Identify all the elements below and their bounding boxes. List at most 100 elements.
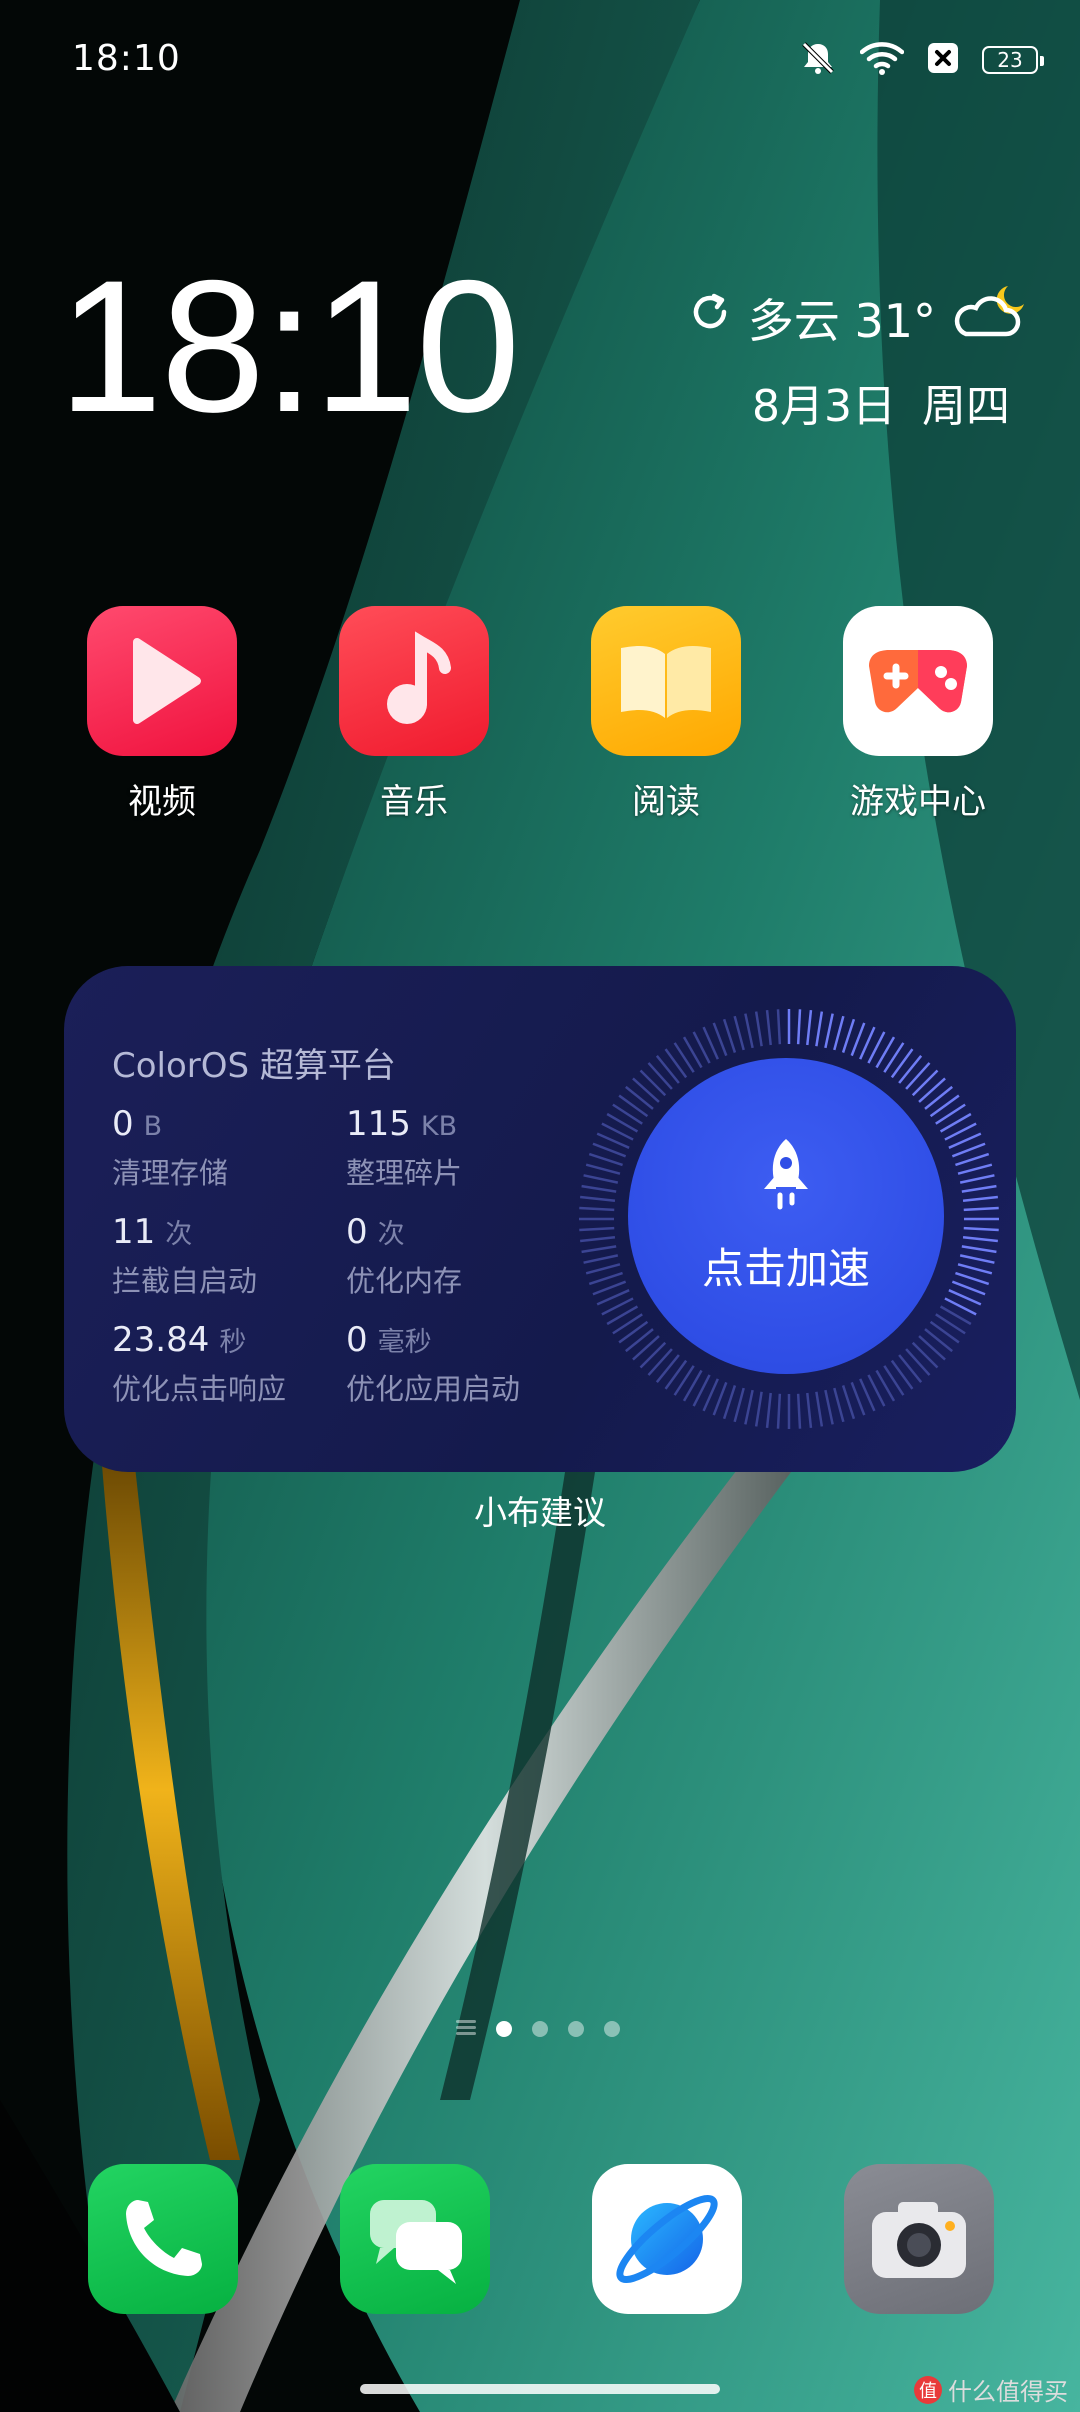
home-indicator[interactable]	[360, 2384, 720, 2394]
ring-tick	[951, 1142, 986, 1158]
refresh-icon[interactable]	[688, 290, 732, 345]
ring-tick	[918, 1077, 946, 1103]
cloud-moon-icon	[952, 280, 1032, 355]
stat-app-launch: 0 毫秒 优化应用启动	[346, 1320, 520, 1408]
ring-tick	[580, 1236, 616, 1243]
ring-tick	[806, 1392, 813, 1428]
stat-block-autostart: 11 次 拦截自启动	[112, 1212, 257, 1300]
ring-tick	[647, 1348, 673, 1376]
ring-tick	[841, 1018, 856, 1053]
widget-title: ColorOS 超算平台	[112, 1046, 396, 1086]
stat-click-response: 23.84 秒 优化点击响应	[112, 1320, 286, 1408]
weekday-text: 周四	[922, 381, 1010, 432]
ring-tick	[833, 1387, 845, 1423]
dock-phone[interactable]	[88, 2164, 238, 2314]
ring-tick	[581, 1245, 617, 1254]
ring-tick	[806, 1010, 813, 1046]
app-video[interactable]: 视频	[62, 606, 262, 823]
clock-widget-time[interactable]: 18:10	[58, 252, 520, 440]
dock-camera[interactable]	[844, 2164, 994, 2314]
date-widget[interactable]: 8月3日 周四	[752, 370, 1010, 434]
ring-tick	[639, 1341, 667, 1369]
stat-unit: 次	[165, 1219, 193, 1250]
ring-tick	[583, 1174, 619, 1184]
stat-unit: KB	[420, 1111, 458, 1142]
ring-tick	[905, 1062, 931, 1090]
ring-tick	[655, 1354, 680, 1383]
music-note-icon[interactable]	[339, 606, 489, 756]
ring-tick	[824, 1013, 834, 1049]
video-play-icon[interactable]	[87, 606, 237, 756]
ring-tick	[961, 1184, 997, 1193]
list-view-icon[interactable]	[456, 2018, 476, 2040]
ring-tick	[579, 1226, 615, 1232]
ring-tick	[579, 1206, 615, 1212]
ring-tick	[796, 1393, 802, 1429]
ring-tick	[963, 1226, 999, 1232]
ring-tick	[664, 1048, 688, 1079]
ring-tick	[733, 1015, 745, 1051]
ring-tick	[754, 1391, 763, 1427]
app-reading[interactable]: 阅读	[566, 606, 766, 823]
stat-value: 0	[346, 1212, 368, 1252]
stat-value: 115	[346, 1104, 411, 1144]
ring-tick	[918, 1335, 946, 1361]
stat-desc: 优化内存	[346, 1264, 463, 1298]
ring-tick	[796, 1009, 802, 1045]
ring-tick	[961, 1245, 997, 1254]
ring-tick	[963, 1206, 999, 1212]
page-indicator[interactable]	[456, 2018, 620, 2040]
stat-desc: 清理存储	[112, 1156, 229, 1190]
ring-tick	[754, 1011, 763, 1047]
ring-tick	[655, 1055, 680, 1084]
ring-tick	[639, 1069, 667, 1097]
book-icon[interactable]	[591, 606, 741, 756]
app-label: 音乐	[380, 782, 448, 822]
app-game-center[interactable]: 游戏中心	[818, 606, 1018, 823]
ring-tick	[625, 1085, 654, 1110]
page-dot[interactable]	[496, 2021, 512, 2037]
stat-value: 11	[112, 1212, 156, 1252]
ring-tick	[962, 1195, 998, 1202]
weather-widget[interactable]: 多云 31°	[688, 280, 1032, 355]
status-bar-time: 18:10	[72, 38, 181, 79]
battery-level: 23	[997, 48, 1023, 72]
stat-unit: 次	[377, 1219, 405, 1250]
stat-unit: 毫秒	[377, 1327, 432, 1358]
boost-widget[interactable]: ColorOS 超算平台 0B 清理存储 115 KB 整理碎片 11 次 拦截自启…	[64, 966, 1016, 1472]
ring-tick	[625, 1328, 654, 1353]
boost-button[interactable]: 点击加速	[628, 1058, 944, 1374]
ring-tick	[733, 1387, 745, 1423]
page-dot[interactable]	[604, 2021, 620, 2037]
ring-tick	[815, 1011, 824, 1047]
ring-tick	[744, 1013, 754, 1049]
dock-messages[interactable]	[340, 2164, 490, 2314]
stat-desc: 整理碎片	[346, 1156, 463, 1190]
stat-optimize-memory: 0次 优化内存	[346, 1212, 462, 1300]
app-music[interactable]: 音乐	[314, 606, 514, 823]
watermark-badge: 值	[914, 2375, 942, 2404]
ring-tick	[959, 1254, 995, 1264]
gamepad-icon[interactable]	[843, 606, 993, 756]
weather-text: 多云 31°	[747, 293, 936, 348]
ring-tick	[957, 1263, 993, 1275]
ring-tick	[898, 1055, 923, 1084]
wifi-icon	[859, 40, 905, 80]
ring-tick	[647, 1062, 673, 1090]
dock-browser[interactable]	[592, 2164, 742, 2314]
ring-tick	[924, 1085, 953, 1110]
ring-tick	[588, 1152, 623, 1167]
ring-tick	[712, 1381, 728, 1416]
ring-tick	[962, 1236, 998, 1243]
sim-blocked-icon	[926, 41, 960, 79]
page-dot[interactable]	[532, 2021, 548, 2037]
ring-tick	[929, 1320, 960, 1344]
ring-tick	[765, 1392, 772, 1428]
ring-tick	[776, 1009, 782, 1045]
page-dot[interactable]	[568, 2021, 584, 2037]
ring-tick	[722, 1385, 737, 1420]
watermark: 值 什么值得买	[914, 2372, 1068, 2407]
ring-tick	[955, 1271, 990, 1286]
ring-tick	[618, 1094, 649, 1118]
ring-tick	[580, 1195, 616, 1202]
